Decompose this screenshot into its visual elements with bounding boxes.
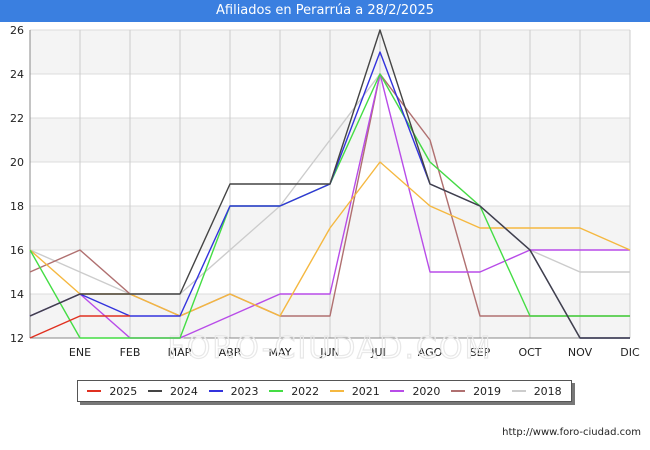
line-chart: 1214161820222426ENE FEB MAR ABR MAY JUN JUL AGO… — [10, 24, 640, 362]
chart-title: Afiliados en Perarrúa a 28/2/2025 — [0, 0, 650, 22]
legend-item-2020: 2020 — [390, 385, 440, 398]
legend-label: 2022 — [291, 384, 320, 398]
legend-label: 2025 — [109, 384, 138, 398]
legend-label: 2023 — [230, 384, 259, 398]
x-tick-label: OCT — [518, 346, 541, 359]
legend-item-2025: 2025 — [87, 385, 137, 398]
y-tick-label: 24 — [10, 68, 24, 81]
legend-swatch — [208, 390, 223, 392]
y-tick-label: 26 — [10, 24, 24, 37]
legend-item-2021: 2021 — [329, 384, 380, 398]
y-tick-label: 12 — [10, 332, 24, 345]
legend-item-2023: 2023 — [208, 384, 259, 398]
legend-item-2022: 2022 — [269, 385, 319, 398]
legend-label: 2021 — [351, 384, 380, 398]
watermark: FORO-CIUDAD.COM — [168, 331, 493, 362]
legend-item-2018: 2018 — [511, 384, 562, 398]
legend-item-2019: 2019 — [451, 385, 501, 398]
legend-label: 2018 — [533, 384, 562, 398]
x-tick-label: DIC — [620, 346, 640, 359]
legend-swatch — [451, 390, 466, 392]
source-url: http://www.foro-ciudad.com — [502, 427, 641, 438]
legend-swatch — [390, 390, 405, 392]
legend-swatch — [147, 390, 162, 392]
legend-swatch — [87, 390, 102, 392]
legend-label: 2019 — [473, 384, 502, 398]
x-tick-label: NOV — [568, 346, 593, 359]
y-tick-label: 20 — [10, 156, 24, 169]
legend-swatch — [269, 390, 284, 392]
y-tick-label: 22 — [10, 112, 24, 125]
y-tick-label: 16 — [10, 244, 24, 257]
x-tick-label: FEB — [120, 346, 141, 359]
legend: 2025 2024 2023 2022 2021 2020 2019 2018 — [77, 380, 572, 402]
legend-swatch — [329, 390, 344, 392]
legend-swatch — [511, 390, 526, 392]
legend-label: 2024 — [169, 384, 198, 398]
y-tick-label: 14 — [10, 288, 24, 301]
legend-item-2024: 2024 — [147, 384, 198, 398]
y-tick-label: 18 — [10, 200, 24, 213]
x-tick-label: ENE — [69, 346, 91, 359]
legend-label: 2020 — [412, 384, 441, 398]
